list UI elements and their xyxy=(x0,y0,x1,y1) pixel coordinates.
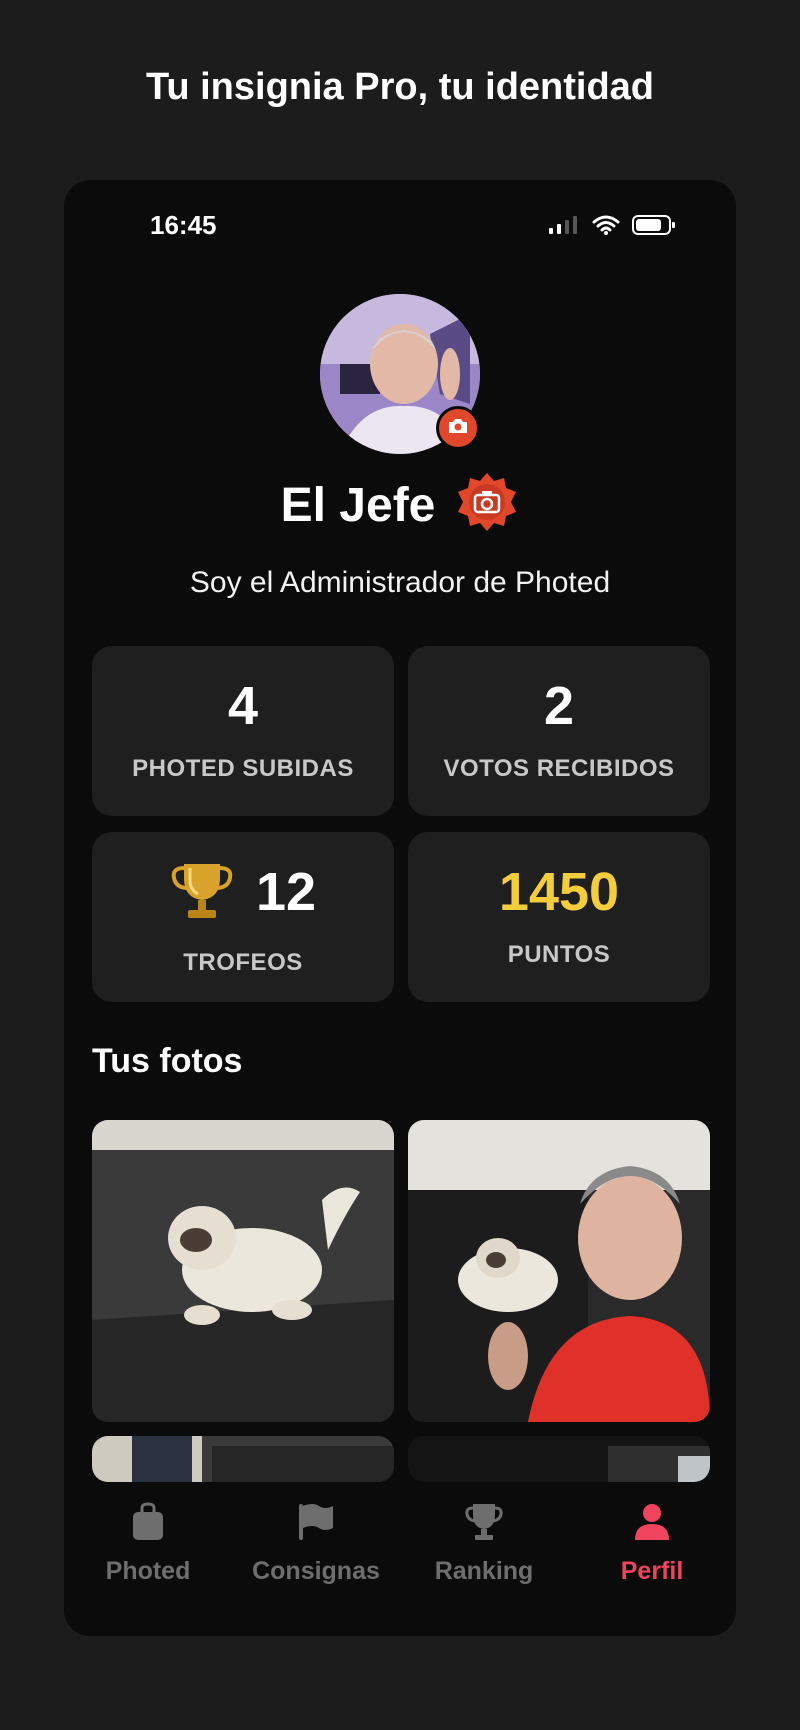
signal-icon xyxy=(548,215,580,240)
trophy-icon xyxy=(170,858,234,927)
photo-thumbnail[interactable] xyxy=(408,1120,710,1422)
photo-thumbnail[interactable] xyxy=(92,1120,394,1422)
stat-label: PUNTOS xyxy=(507,941,611,968)
trophy-icon xyxy=(465,1502,503,1547)
change-photo-button[interactable] xyxy=(436,406,480,450)
camera-icon xyxy=(447,417,469,440)
stat-card-trophies: 12 TROFEOS xyxy=(92,832,394,1002)
stat-label: TROFEOS xyxy=(183,948,303,976)
profile-bio: Soy el Administrador de Photed xyxy=(189,566,611,599)
stat-value: 12 xyxy=(255,862,317,922)
bag-icon xyxy=(131,1502,165,1547)
tab-perfil[interactable]: Perfil xyxy=(568,1502,736,1586)
trophy-row: 12 xyxy=(170,858,316,927)
photo-thumbnail[interactable] xyxy=(92,1436,394,1482)
status-bar: 16:45 xyxy=(64,210,736,250)
tab-ranking[interactable]: Ranking xyxy=(400,1502,568,1586)
avatar-container[interactable] xyxy=(320,294,480,454)
flag-icon xyxy=(297,1502,335,1547)
stat-value: 2 xyxy=(543,676,575,736)
person-icon xyxy=(633,1502,671,1547)
stat-value: 4 xyxy=(227,676,259,736)
stat-card-uploaded: 4 PHOTED SUBIDAS xyxy=(92,646,394,816)
phone-screen: 16:45 El Jefe Soy el Administrador de Ph… xyxy=(64,180,736,1636)
wifi-icon xyxy=(592,214,620,241)
photo-thumbnail[interactable] xyxy=(408,1436,710,1482)
promo-headline: Tu insignia Pro, tu identidad xyxy=(145,66,655,108)
stat-card-points: 1450 PUNTOS xyxy=(408,832,710,1002)
status-icons xyxy=(548,214,676,241)
user-name: El Jefe xyxy=(280,478,436,532)
tab-consignas[interactable]: Consignas xyxy=(232,1502,400,1586)
stat-value: 1450 xyxy=(498,862,620,922)
photos-section-title: Tus fotos xyxy=(92,1042,243,1080)
tab-label: Consignas xyxy=(252,1557,380,1585)
stat-label: VOTOS RECIBIDOS xyxy=(443,755,675,782)
tab-photed[interactable]: Photed xyxy=(64,1502,232,1586)
status-time: 16:45 xyxy=(150,210,217,240)
stat-card-votes: 2 VOTOS RECIBIDOS xyxy=(408,646,710,816)
tab-label: Photed xyxy=(105,1557,191,1585)
name-row: El Jefe xyxy=(64,470,736,540)
tab-label: Perfil xyxy=(620,1557,684,1585)
pro-badge-icon xyxy=(455,471,519,540)
tab-label: Ranking xyxy=(434,1557,534,1585)
battery-icon xyxy=(632,214,676,241)
stat-label: PHOTED SUBIDAS xyxy=(132,755,354,782)
tab-bar: Photed Consignas Ranking Perfil xyxy=(64,1482,736,1636)
